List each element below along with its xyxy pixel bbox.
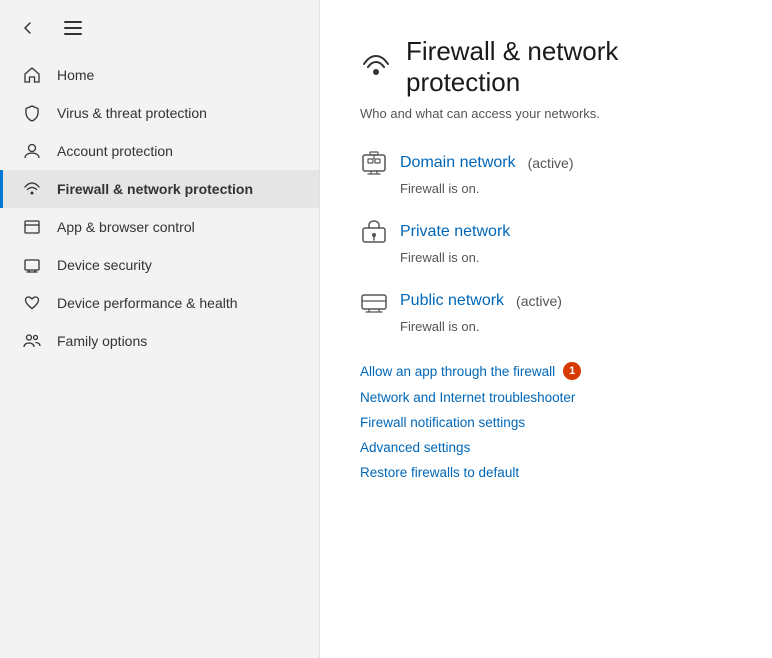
links-section: Allow an app through the firewall 1 Netw… (360, 362, 732, 480)
troubleshooter-link[interactable]: Network and Internet troubleshooter (360, 390, 575, 405)
browser-icon (23, 218, 41, 236)
heart-icon (23, 294, 41, 312)
sidebar: Home Virus & threat protection Account p… (0, 0, 320, 658)
restore-row: Restore firewalls to default (360, 465, 732, 480)
home-icon (23, 66, 41, 84)
domain-network-header: Domain network (active) (360, 149, 732, 177)
sidebar-item-browser-label: App & browser control (57, 219, 195, 235)
allow-app-link[interactable]: Allow an app through the firewall (360, 364, 555, 379)
page-header: Firewall & network protection (360, 36, 732, 98)
shield-icon (23, 104, 41, 122)
public-network-icon (360, 287, 388, 315)
firewall-page-icon (360, 48, 392, 87)
public-network-section: Public network (active) Firewall is on. (360, 287, 732, 334)
notification-link[interactable]: Firewall notification settings (360, 415, 525, 430)
sidebar-item-device-health[interactable]: Device performance & health (0, 284, 319, 322)
back-icon (20, 20, 36, 36)
sidebar-item-firewall[interactable]: Firewall & network protection (0, 170, 319, 208)
private-network-icon (360, 218, 388, 246)
main-content: Firewall & network protection Who and wh… (320, 0, 772, 658)
device-icon (23, 256, 41, 274)
public-network-header: Public network (active) (360, 287, 732, 315)
sidebar-item-home-label: Home (57, 67, 94, 83)
notification-row: Firewall notification settings (360, 415, 732, 430)
public-network-badge: (active) (516, 293, 562, 309)
public-network-title[interactable]: Public network (400, 292, 504, 310)
sidebar-item-family[interactable]: Family options (0, 322, 319, 360)
private-network-status: Firewall is on. (400, 250, 732, 265)
page-subtitle: Who and what can access your networks. (360, 106, 732, 121)
sidebar-item-account-label: Account protection (57, 143, 173, 159)
sidebar-nav: Home Virus & threat protection Account p… (0, 56, 319, 360)
private-network-title[interactable]: Private network (400, 223, 510, 241)
sidebar-item-virus[interactable]: Virus & threat protection (0, 94, 319, 132)
person-icon (23, 142, 41, 160)
sidebar-item-device-security[interactable]: Device security (0, 246, 319, 284)
page-title: Firewall & network protection (406, 36, 732, 98)
family-icon (23, 332, 41, 350)
sidebar-item-virus-label: Virus & threat protection (57, 105, 207, 121)
wifi-icon (23, 180, 41, 198)
advanced-row: Advanced settings (360, 440, 732, 455)
restore-link[interactable]: Restore firewalls to default (360, 465, 519, 480)
alert-badge: 1 (563, 362, 581, 380)
sidebar-item-device-health-label: Device performance & health (57, 295, 238, 311)
top-controls (0, 12, 319, 48)
allow-app-row: Allow an app through the firewall 1 (360, 362, 732, 380)
sidebar-item-browser[interactable]: App & browser control (0, 208, 319, 246)
public-network-status: Firewall is on. (400, 319, 732, 334)
sidebar-item-device-security-label: Device security (57, 257, 152, 273)
domain-network-section: Domain network (active) Firewall is on. (360, 149, 732, 196)
sidebar-item-firewall-label: Firewall & network protection (57, 181, 253, 197)
sidebar-item-family-label: Family options (57, 333, 147, 349)
back-button[interactable] (16, 16, 40, 40)
hamburger-button[interactable] (60, 17, 86, 39)
sidebar-item-home[interactable]: Home (0, 56, 319, 94)
hamburger-icon (64, 21, 82, 35)
troubleshooter-row: Network and Internet troubleshooter (360, 390, 732, 405)
domain-network-status: Firewall is on. (400, 181, 732, 196)
sidebar-item-account[interactable]: Account protection (0, 132, 319, 170)
domain-network-icon (360, 149, 388, 177)
advanced-link[interactable]: Advanced settings (360, 440, 470, 455)
domain-network-badge: (active) (528, 155, 574, 171)
private-network-section: Private network Firewall is on. (360, 218, 732, 265)
private-network-header: Private network (360, 218, 732, 246)
domain-network-title[interactable]: Domain network (400, 154, 516, 172)
